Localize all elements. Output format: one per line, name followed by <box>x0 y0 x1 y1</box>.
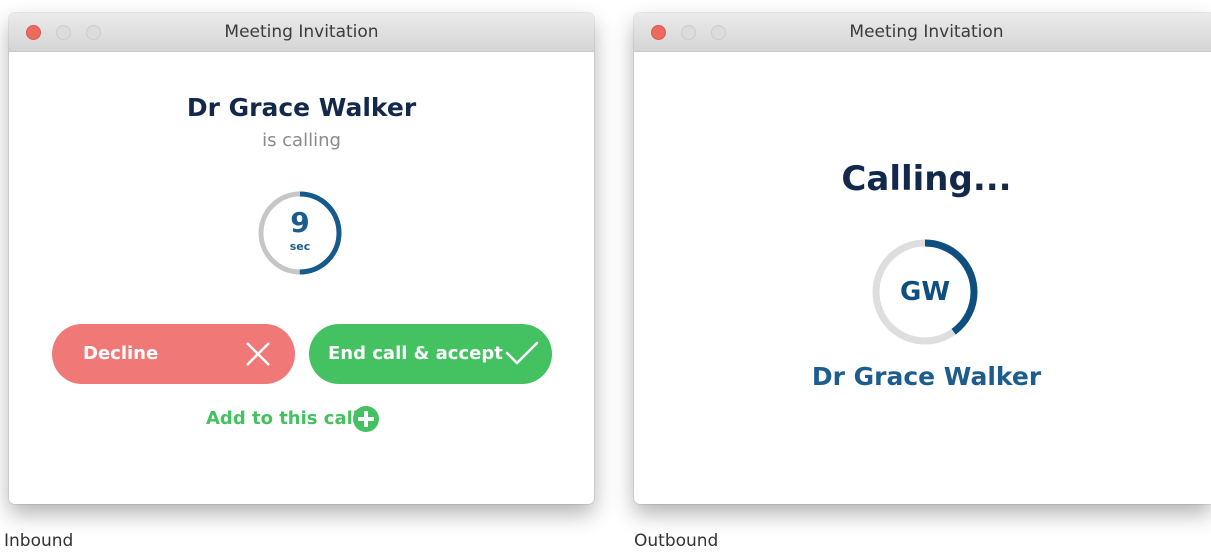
caller-name: Dr Grace Walker <box>186 93 417 122</box>
outbound-caption: Outbound <box>634 531 719 551</box>
calling-status-title: Calling... <box>841 159 1012 199</box>
titlebar: Meeting Invitation <box>634 13 1211 52</box>
window-title: Meeting Invitation <box>849 22 1004 42</box>
add-to-call-label: Add to this call <box>206 408 359 429</box>
outbound-call-window: Meeting Invitation Calling... GW Dr Grac… <box>634 13 1211 504</box>
window-title: Meeting Invitation <box>224 22 379 42</box>
checkmark-icon <box>505 340 539 371</box>
avatar-initials: GW <box>899 277 951 307</box>
caller-status: is calling <box>262 130 341 151</box>
countdown-timer: 9 sec <box>257 190 343 276</box>
decline-button[interactable]: Decline <box>52 324 295 384</box>
callee-name: Dr Grace Walker <box>811 362 1042 391</box>
add-to-call-link[interactable]: Add to this call <box>206 405 379 433</box>
countdown-unit: sec <box>289 240 311 253</box>
close-x-icon <box>245 341 271 372</box>
decline-label: Decline <box>83 343 159 364</box>
inbound-caption: Inbound <box>4 531 74 551</box>
countdown-value: 9 <box>290 206 310 239</box>
titlebar: Meeting Invitation <box>9 13 594 52</box>
end-call-accept-button[interactable]: End call & accept <box>309 324 552 384</box>
plus-circle-icon <box>352 405 380 442</box>
callee-avatar: GW <box>871 238 979 346</box>
accept-label: End call & accept <box>328 343 503 364</box>
inbound-call-window: Meeting Invitation Dr Grace Walker is ca… <box>9 13 594 504</box>
